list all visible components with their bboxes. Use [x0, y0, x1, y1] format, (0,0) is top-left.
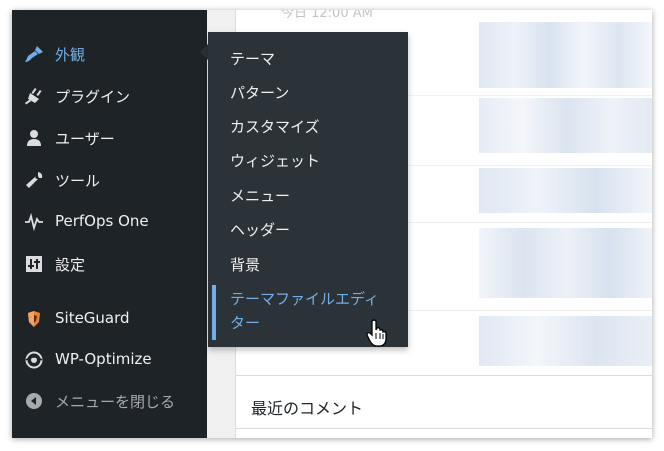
menu-label: 外観	[55, 46, 86, 64]
collapse-menu-button[interactable]: メニューを閉じる	[12, 383, 207, 419]
submenu-widgets[interactable]: ウィジェット	[230, 150, 320, 171]
menu-label: プラグイン	[55, 88, 131, 106]
collapse-arrow-icon	[24, 392, 44, 410]
wp-optimize-icon	[24, 351, 44, 369]
blurred-content	[479, 316, 652, 366]
menu-settings[interactable]: 設定	[12, 246, 207, 282]
focus-indicator	[212, 285, 216, 340]
submenu-theme-file-editor-wrap[interactable]: ター	[230, 312, 260, 333]
submenu-patterns[interactable]: パターン	[230, 82, 289, 103]
hand-pointer-cursor-icon	[366, 319, 388, 351]
menu-label: SiteGuard	[55, 309, 130, 327]
row-divider	[236, 375, 652, 376]
blurred-content	[479, 168, 652, 213]
blurred-content	[479, 228, 652, 298]
blurred-content	[479, 22, 652, 88]
submenu-customize[interactable]: カスタマイズ	[230, 116, 320, 137]
menu-appearance[interactable]: 外観	[12, 36, 207, 72]
settings-sliders-icon	[24, 255, 44, 273]
submenu-theme-file-editor[interactable]: テーマファイルエディ	[230, 288, 379, 309]
users-icon	[24, 129, 44, 147]
submenu-menus[interactable]: メニュー	[230, 185, 290, 206]
siteguard-shield-icon	[24, 310, 44, 328]
submenu-header[interactable]: ヘッダー	[230, 219, 290, 240]
admin-sidebar: 外観 プラグイン ユーザー ツール PerfOps One 設定 SiteGua…	[12, 10, 207, 438]
blurred-content	[479, 98, 652, 153]
menu-perfops-one[interactable]: PerfOps One	[12, 204, 207, 240]
menu-label: WP-Optimize	[55, 350, 152, 368]
recent-comments-heading: 最近のコメント	[251, 399, 364, 418]
tools-wrench-icon	[24, 171, 44, 189]
pulse-icon	[24, 213, 44, 231]
menu-label: PerfOps One	[55, 212, 149, 230]
submenu-background[interactable]: 背景	[230, 254, 260, 275]
activity-timestamp: 今日 12:00 AM	[281, 10, 373, 21]
menu-label: メニューを閉じる	[55, 393, 176, 411]
plugins-icon	[24, 87, 44, 105]
appearance-brush-icon	[24, 45, 44, 63]
submenu-themes[interactable]: テーマ	[230, 48, 275, 69]
appearance-submenu: テーマ パターン カスタマイズ ウィジェット メニュー ヘッダー 背景 テーマフ…	[208, 32, 408, 347]
menu-label: 設定	[55, 256, 86, 274]
screenshot-frame: 今日 12:00 AM 最近のコメント 外観 プラグイン ユーザー ツール Pe…	[12, 10, 652, 438]
row-divider	[236, 428, 652, 429]
menu-siteguard[interactable]: SiteGuard	[12, 301, 207, 337]
menu-label: ユーザー	[55, 130, 115, 148]
menu-plugins[interactable]: プラグイン	[12, 78, 207, 114]
menu-wp-optimize[interactable]: WP-Optimize	[12, 342, 207, 378]
menu-tools[interactable]: ツール	[12, 162, 207, 198]
menu-label: ツール	[55, 172, 101, 190]
menu-users[interactable]: ユーザー	[12, 120, 207, 156]
